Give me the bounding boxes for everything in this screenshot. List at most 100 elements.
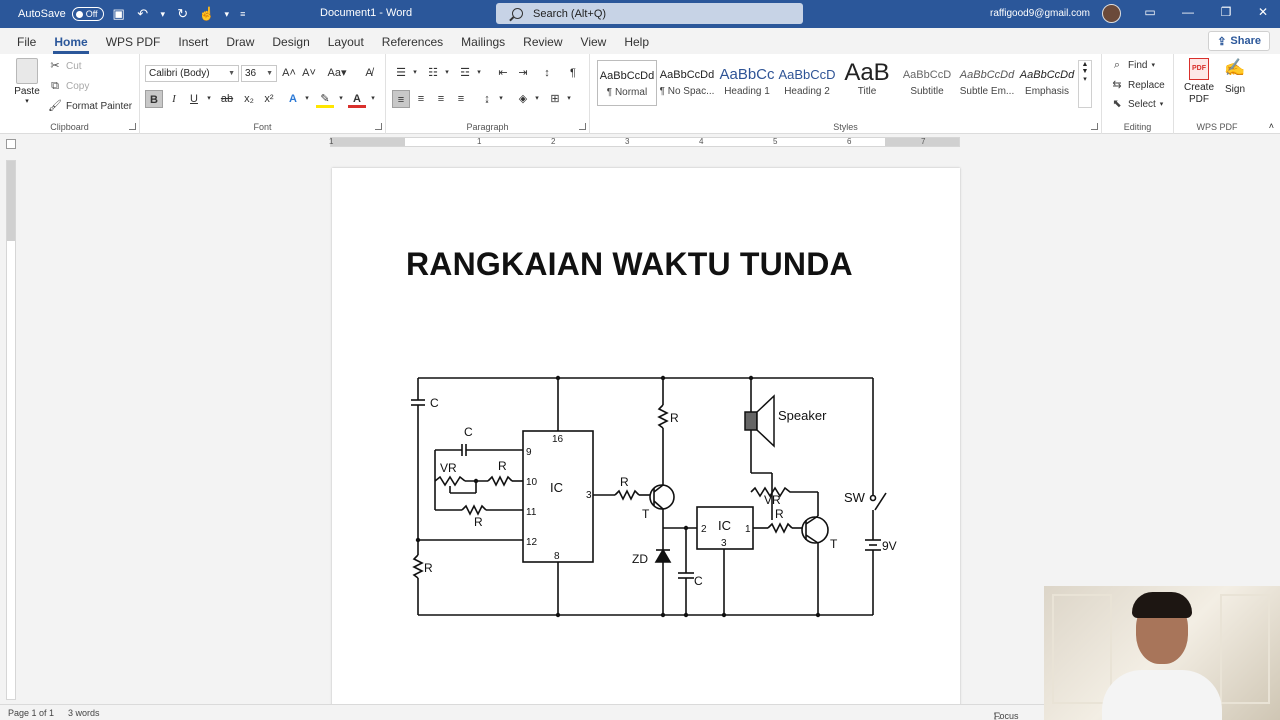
- font-size-select[interactable]: 36 ▼: [241, 65, 277, 82]
- tab-draw[interactable]: Draw: [217, 35, 263, 54]
- restore-icon[interactable]: ❐: [1218, 5, 1234, 21]
- style-no-spacing[interactable]: AaBbCcDd ¶ No Spac...: [657, 60, 717, 106]
- collapse-ribbon-icon[interactable]: ˄: [1269, 121, 1274, 131]
- undo-icon[interactable]: ↶: [134, 5, 152, 23]
- svg-text:1: 1: [745, 524, 751, 535]
- grow-font-icon[interactable]: A˄: [280, 64, 298, 82]
- bold-icon[interactable]: B: [145, 90, 163, 108]
- chevron-down-icon[interactable]: ▾: [200, 90, 218, 108]
- style-title[interactable]: AaB Title: [837, 60, 897, 106]
- subscript-icon[interactable]: x₂: [240, 90, 258, 108]
- chevron-down-icon[interactable]: ▾: [158, 5, 168, 23]
- superscript-icon[interactable]: x²: [260, 90, 278, 108]
- dialog-launcher-icon[interactable]: [1091, 123, 1098, 130]
- align-right-icon[interactable]: ≡: [432, 90, 450, 108]
- font-group: Calibri (Body) ▼ 36 ▼ A˄ A˅ Aa▾ A̸ B I U ▾…: [140, 54, 386, 134]
- horizontal-ruler[interactable]: 1 1 2 3 4 5 6 7: [329, 137, 960, 147]
- editing-label: Editing: [1123, 122, 1152, 132]
- style-normal[interactable]: AaBbCcDd ¶ Normal: [597, 60, 657, 106]
- styles-scroll[interactable]: ▲ ▼ ▾: [1078, 60, 1092, 108]
- document-page[interactable]: RANGKAIAN WAKTU TUNDA C C VR R R R IC 16…: [332, 168, 960, 708]
- dialog-launcher-icon[interactable]: [129, 123, 136, 130]
- style-heading-1[interactable]: AaBbCc Heading 1: [717, 60, 777, 106]
- format-painter-button[interactable]: 🖌 Format Painter: [48, 99, 132, 113]
- show-formatting-icon[interactable]: ¶: [564, 64, 582, 82]
- redo-icon[interactable]: ↻: [174, 5, 192, 23]
- style-heading-2[interactable]: AaBbCcD Heading 2: [777, 60, 837, 106]
- tab-home[interactable]: Home: [45, 35, 96, 54]
- italic-icon[interactable]: I: [165, 90, 183, 108]
- align-center-icon[interactable]: ≡: [412, 90, 430, 108]
- styles-gallery: AaBbCcDd ¶ Normal AaBbCcDd ¶ No Spac... Aa…: [597, 60, 1077, 110]
- account-email[interactable]: raffigood9@gmail.com: [990, 8, 1090, 19]
- tab-insert[interactable]: Insert: [169, 35, 217, 54]
- word-count[interactable]: 3 words: [68, 708, 100, 718]
- document-heading[interactable]: RANGKAIAN WAKTU TUNDA: [406, 246, 853, 283]
- chevron-down-icon[interactable]: ▾: [222, 5, 232, 23]
- chevron-down-icon[interactable]: ▾: [298, 90, 316, 108]
- chevron-down-icon[interactable]: ▾: [364, 90, 382, 108]
- touch-mode-icon[interactable]: ☝: [198, 5, 216, 23]
- chevron-down-icon[interactable]: ▾: [492, 90, 510, 108]
- select-button[interactable]: ⬉ Select ▾: [1110, 97, 1163, 111]
- paste-icon: [16, 58, 38, 84]
- autosave-toggle[interactable]: Off: [71, 7, 104, 21]
- chevron-down-icon[interactable]: ▾: [560, 90, 578, 108]
- shrink-font-icon[interactable]: A˅: [300, 64, 318, 82]
- chevron-down-icon[interactable]: ▾: [406, 64, 424, 82]
- ribbon-display-icon[interactable]: ▭: [1142, 5, 1158, 21]
- chevron-down-icon[interactable]: ▾: [438, 64, 456, 82]
- paste-button[interactable]: Paste ▾: [12, 58, 42, 105]
- chevron-down-icon[interactable]: ▼: [1079, 68, 1091, 75]
- sign-button[interactable]: ✍ Sign: [1220, 58, 1250, 95]
- style-subtle-emphasis[interactable]: AaBbCcDd Subtle Em...: [957, 60, 1017, 106]
- increase-indent-icon[interactable]: ⇥: [514, 64, 532, 82]
- search-box[interactable]: Search (Alt+Q): [496, 3, 803, 24]
- style-subtitle[interactable]: AaBbCcD Subtitle: [897, 60, 957, 106]
- tab-review[interactable]: Review: [514, 35, 571, 54]
- tab-layout[interactable]: Layout: [319, 35, 373, 54]
- svg-text:8: 8: [554, 551, 560, 562]
- decrease-indent-icon[interactable]: ⇤: [494, 64, 512, 82]
- minimize-icon[interactable]: —: [1180, 5, 1196, 21]
- svg-text:9: 9: [526, 447, 532, 458]
- customize-toolbar-icon[interactable]: ≡: [238, 5, 248, 23]
- clear-formatting-icon[interactable]: A̸: [360, 64, 378, 82]
- share-button[interactable]: ⇪ Share: [1208, 31, 1270, 51]
- tab-help[interactable]: Help: [615, 35, 658, 54]
- tab-wps-pdf[interactable]: WPS PDF: [97, 35, 170, 54]
- replace-button[interactable]: ⇆ Replace: [1110, 78, 1164, 92]
- pdf-icon: PDF: [1189, 58, 1209, 80]
- cut-button[interactable]: ✂ Cut: [48, 59, 81, 73]
- sort-icon[interactable]: ↕: [538, 64, 556, 82]
- page-count[interactable]: Page 1 of 1: [8, 708, 54, 718]
- copy-button[interactable]: ⧉ Copy: [48, 79, 89, 93]
- close-icon[interactable]: ✕: [1255, 5, 1271, 21]
- chevron-down-icon[interactable]: ▾: [528, 90, 546, 108]
- find-button[interactable]: ⌕ Find ▾: [1110, 58, 1155, 72]
- tab-view[interactable]: View: [572, 35, 616, 54]
- tab-file[interactable]: File: [8, 35, 45, 54]
- clipboard-group: Paste ▾ ✂ Cut ⧉ Copy 🖌 Format Painter Clipb…: [0, 54, 140, 134]
- tab-selector[interactable]: [6, 139, 16, 149]
- strikethrough-icon[interactable]: ab: [218, 90, 236, 108]
- tab-design[interactable]: Design: [263, 35, 318, 54]
- font-family-select[interactable]: Calibri (Body) ▼: [145, 65, 239, 82]
- dialog-launcher-icon[interactable]: [579, 123, 586, 130]
- save-icon[interactable]: ▣: [110, 5, 128, 23]
- style-emphasis[interactable]: AaBbCcDd Emphasis: [1017, 60, 1077, 106]
- avatar[interactable]: [1102, 4, 1121, 23]
- label-vr1: VR: [440, 461, 457, 475]
- vertical-ruler[interactable]: [6, 160, 16, 700]
- create-pdf-button[interactable]: PDF Create PDF: [1180, 58, 1218, 106]
- change-case-icon[interactable]: Aa▾: [324, 64, 350, 82]
- tab-mailings[interactable]: Mailings: [452, 35, 514, 54]
- justify-icon[interactable]: ≡: [452, 90, 470, 108]
- chevron-down-icon[interactable]: ▾: [470, 64, 488, 82]
- more-styles-icon[interactable]: ▾: [1079, 75, 1091, 83]
- scissors-icon: ✂: [50, 60, 60, 72]
- dialog-launcher-icon[interactable]: [375, 123, 382, 130]
- tab-references[interactable]: References: [373, 35, 452, 54]
- chevron-up-icon[interactable]: ▲: [1079, 61, 1091, 68]
- align-left-icon[interactable]: ≡: [392, 90, 410, 108]
